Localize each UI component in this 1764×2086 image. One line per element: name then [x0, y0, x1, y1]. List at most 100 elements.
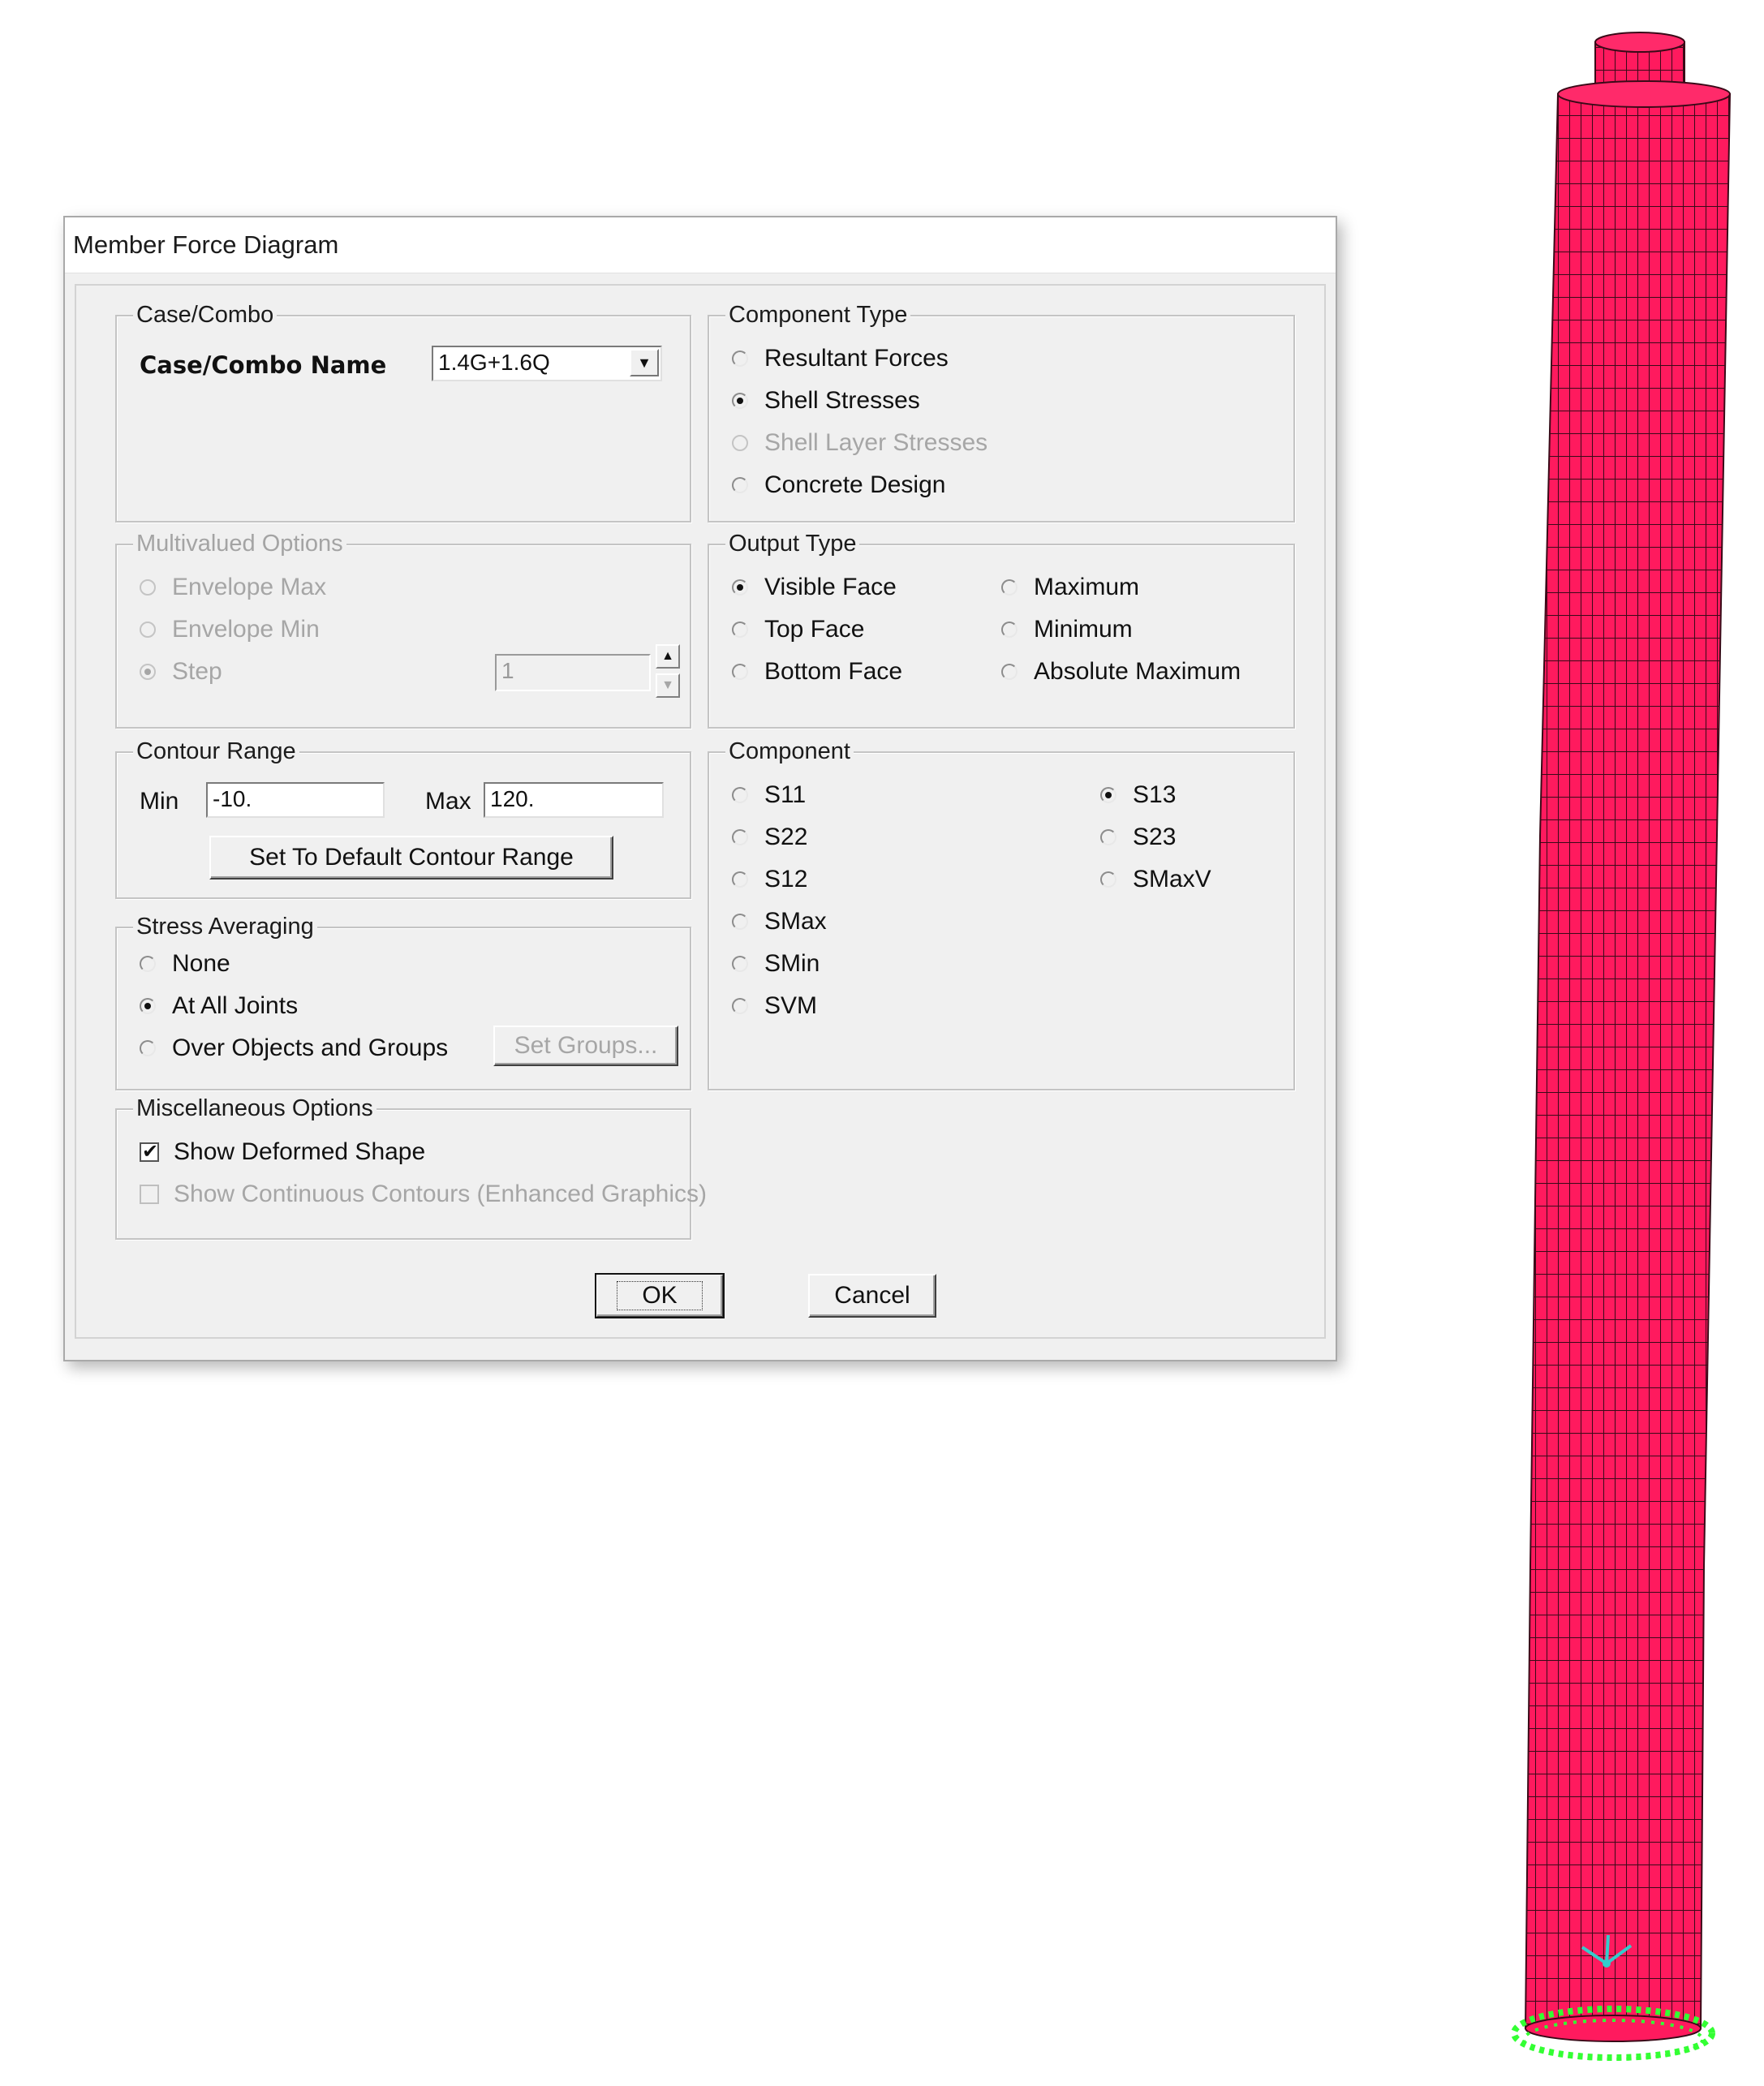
radio-bottom-face[interactable]: Bottom Face	[732, 657, 902, 686]
model-view-canvas[interactable]	[1444, 24, 1753, 2069]
radio-smin[interactable]: SMin	[732, 949, 820, 978]
radio-shell-stresses[interactable]: Shell Stresses	[732, 386, 920, 415]
radio-envelope-max[interactable]: Envelope Max	[140, 573, 326, 602]
dialog-body: Case/Combo Case/Combo Name 1.4G+1.6Q ▼ M…	[75, 284, 1326, 1339]
radio-envelope-min[interactable]: Envelope Min	[140, 615, 320, 644]
radio-label: S11	[764, 781, 807, 808]
radio-svm[interactable]: SVM	[732, 991, 817, 1021]
radio-label: S22	[764, 824, 808, 850]
output-type-legend: Output Type	[725, 529, 860, 558]
output-type-group: Output Type Visible Face Top Face Bottom…	[708, 529, 1295, 729]
radio-circle	[732, 621, 748, 638]
radio-label: Bottom Face	[764, 658, 903, 685]
radio-circle	[732, 956, 748, 972]
radio-circle	[732, 664, 748, 680]
stress-averaging-group: Stress Averaging None At All Joints Over…	[115, 912, 691, 1090]
dialog-titlebar[interactable]: Member Force Diagram	[65, 217, 1336, 273]
column-shell-mesh	[1524, 32, 1732, 2042]
radio-label: Shell Stresses	[764, 387, 920, 414]
radio-minimum[interactable]: Minimum	[1001, 615, 1133, 644]
radio-circle	[140, 664, 156, 680]
case-combo-group: Case/Combo Case/Combo Name 1.4G+1.6Q ▼	[115, 300, 691, 523]
misc-legend: Miscellaneous Options	[133, 1094, 376, 1123]
radio-circle	[140, 621, 156, 638]
contour-min-input[interactable]: -10.	[206, 782, 385, 818]
component-type-group: Component Type Resultant Forces Shell St…	[708, 300, 1295, 523]
radio-smaxv[interactable]: SMaxV	[1100, 865, 1211, 894]
button-label: Set To Default Contour Range	[249, 844, 574, 871]
radio-circle	[140, 998, 156, 1014]
radio-circle	[732, 871, 748, 888]
radio-label: S13	[1133, 781, 1177, 808]
radio-circle	[140, 579, 156, 596]
radio-circle	[732, 829, 748, 845]
radio-circle	[732, 435, 748, 451]
multivalued-legend: Multivalued Options	[133, 529, 346, 558]
checkbox-label: Show Deformed Shape	[174, 1138, 426, 1165]
radio-averaging-all-joints[interactable]: At All Joints	[140, 991, 298, 1021]
case-combo-select-value: 1.4G+1.6Q	[438, 350, 550, 375]
component-type-legend: Component Type	[725, 300, 911, 329]
radio-top-face[interactable]: Top Face	[732, 615, 864, 644]
radio-circle	[140, 1040, 156, 1056]
miscellaneous-options-group: Miscellaneous Options Show Deformed Shap…	[115, 1094, 707, 1240]
contour-max-input[interactable]: 120.	[484, 782, 664, 818]
max-label: Max	[425, 788, 471, 815]
radio-smax[interactable]: SMax	[732, 907, 827, 936]
radio-circle	[1001, 579, 1018, 596]
radio-label: SMaxV	[1133, 866, 1211, 892]
radio-maximum[interactable]: Maximum	[1001, 573, 1139, 602]
radio-s23[interactable]: S23	[1100, 823, 1176, 852]
case-combo-select[interactable]: 1.4G+1.6Q ▼	[432, 346, 662, 381]
radio-circle	[732, 477, 748, 493]
dialog-title: Member Force Diagram	[73, 230, 339, 259]
radio-label: None	[172, 950, 230, 977]
radio-circle	[1100, 871, 1116, 888]
spin-down-icon[interactable]: ▼	[656, 673, 680, 698]
ok-button[interactable]: OK	[595, 1273, 725, 1318]
radio-resultant-forces[interactable]: Resultant Forces	[732, 344, 949, 373]
radio-circle	[732, 393, 748, 409]
case-combo-name-label: Case/Combo Name	[140, 351, 387, 379]
radio-circle	[1001, 621, 1018, 638]
radio-absolute-maximum[interactable]: Absolute Maximum	[1001, 657, 1241, 686]
spin-up-icon[interactable]: ▲	[656, 644, 680, 669]
stress-averaging-legend: Stress Averaging	[133, 912, 317, 941]
member-force-diagram-dialog: Member Force Diagram Case/Combo Case/Com…	[63, 216, 1337, 1361]
cancel-button[interactable]: Cancel	[808, 1274, 936, 1318]
button-label: OK	[617, 1281, 703, 1310]
radio-step[interactable]: Step	[140, 657, 222, 686]
radio-shell-layer-stresses[interactable]: Shell Layer Stresses	[732, 428, 987, 458]
radio-circle	[1100, 787, 1116, 803]
radio-concrete-design[interactable]: Concrete Design	[732, 471, 945, 500]
chevron-down-icon[interactable]: ▼	[630, 349, 659, 376]
radio-circle	[732, 579, 748, 596]
radio-s22[interactable]: S22	[732, 823, 807, 852]
set-default-contour-range-button[interactable]: Set To Default Contour Range	[209, 836, 613, 880]
radio-circle	[732, 351, 748, 367]
radio-s11[interactable]: S11	[732, 781, 806, 810]
step-input[interactable]: 1	[495, 654, 651, 691]
radio-s13[interactable]: S13	[1100, 781, 1176, 810]
checkbox-show-deformed-shape[interactable]: Show Deformed Shape	[140, 1138, 425, 1167]
radio-circle	[732, 914, 748, 930]
checkbox-box	[140, 1138, 159, 1167]
contour-range-group: Contour Range Min -10. Max 120. Set To D…	[115, 737, 691, 899]
radio-label: Shell Layer Stresses	[764, 429, 988, 456]
radio-label: Concrete Design	[764, 471, 946, 498]
radio-label: Absolute Maximum	[1034, 658, 1241, 685]
radio-label: SVM	[764, 992, 818, 1019]
checkbox-show-continuous-contours[interactable]: Show Continuous Contours (Enhanced Graph…	[140, 1180, 707, 1209]
radio-s12[interactable]: S12	[732, 865, 807, 894]
radio-averaging-none[interactable]: None	[140, 949, 230, 978]
radio-label: SMin	[764, 950, 820, 977]
radio-label: Visible Face	[764, 574, 897, 600]
set-groups-button[interactable]: Set Groups...	[493, 1026, 678, 1066]
radio-label: Top Face	[764, 616, 865, 643]
checkbox-label: Show Continuous Contours (Enhanced Graph…	[174, 1181, 708, 1207]
radio-label: S12	[764, 866, 808, 892]
radio-label: Minimum	[1034, 616, 1133, 643]
radio-averaging-objects-groups[interactable]: Over Objects and Groups	[140, 1034, 448, 1063]
case-combo-legend: Case/Combo	[133, 300, 278, 329]
radio-visible-face[interactable]: Visible Face	[732, 573, 897, 602]
